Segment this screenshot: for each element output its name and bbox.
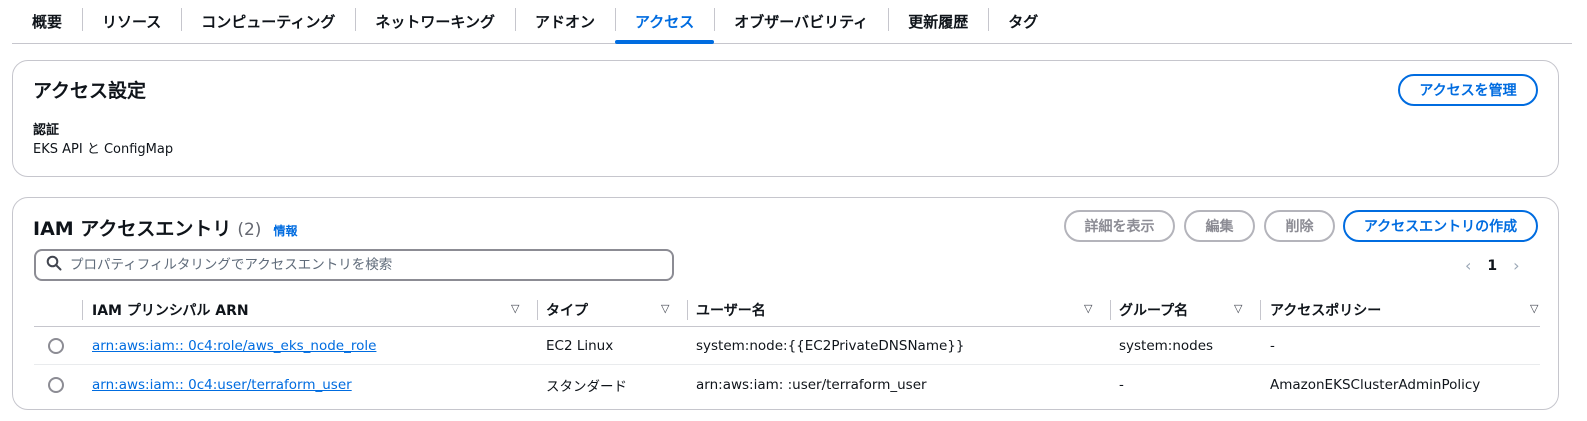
column-header-arn[interactable]: IAM プリンシパル ARN [92,293,249,327]
info-link[interactable]: 情報 [273,222,297,239]
caret-down-icon[interactable]: ▽ [1530,302,1538,315]
username-cell: arn:aws:iam: :user/terraform_user [696,377,927,393]
tab-observability[interactable]: オブザーバビリティ [714,0,888,43]
search-field[interactable] [34,249,674,281]
search-input[interactable] [70,257,650,273]
column-header-group[interactable]: グループ名 [1119,293,1188,327]
page-number[interactable]: 1 [1487,258,1497,274]
iam-access-entries-panel: IAM アクセスエントリ (2) 情報 詳細を表示 編集 削除 アクセスエントリ… [12,197,1559,410]
edit-button[interactable]: 編集 [1184,210,1255,242]
username-cell: system:node:{{EC2PrivateDNSName}} [696,338,965,354]
table-row[interactable]: arn:aws:iam:: 0c4:role/aws_eks_node_role… [34,327,1540,365]
policy-cell: - [1270,338,1275,354]
group-cell: - [1119,377,1124,393]
tab-resources[interactable]: リソース [82,0,181,43]
chevron-right-icon[interactable]: › [1513,256,1519,275]
column-divider [687,300,688,320]
tab-addons[interactable]: アドオン [514,0,615,43]
tab-networking[interactable]: ネットワーキング [355,0,515,43]
group-cell: system:nodes [1119,338,1214,354]
view-details-button[interactable]: 詳細を表示 [1064,210,1175,242]
entries-title: IAM アクセスエントリ [33,218,232,240]
column-divider [82,300,83,320]
authentication-label: 認証 [33,123,60,138]
caret-down-icon[interactable]: ▽ [661,302,669,315]
access-settings-panel: アクセス設定 アクセスを管理 認証 EKS API と ConfigMap [12,60,1559,177]
column-header-username[interactable]: ユーザー名 [696,293,766,327]
caret-down-icon[interactable]: ▽ [511,302,519,315]
type-cell: EC2 Linux [546,338,614,354]
column-divider [1260,300,1261,320]
tab-overview[interactable]: 概要 [12,0,82,43]
search-icon [46,255,62,275]
column-divider [537,300,538,320]
tab-access[interactable]: アクセス [614,0,715,44]
column-header-type[interactable]: タイプ [546,293,588,327]
row-select-radio[interactable] [48,338,64,354]
type-cell: スタンダード [546,379,627,395]
table-row[interactable]: arn:aws:iam:: 0c4:user/terraform_user スタ… [34,366,1540,404]
pagination: ‹ 1 › [1465,256,1520,275]
tab-update-history[interactable]: 更新履歴 [888,0,988,43]
delete-button[interactable]: 削除 [1264,210,1335,242]
entries-header: IAM アクセスエントリ (2) 情報 [33,214,297,241]
create-access-entry-button[interactable]: アクセスエントリの作成 [1343,210,1538,242]
caret-down-icon[interactable]: ▽ [1234,302,1242,315]
tab-bar: 概要 リソース コンピューティング ネットワーキング アドオン アクセス オブザ… [12,0,1572,44]
manage-access-button[interactable]: アクセスを管理 [1398,74,1538,106]
access-settings-title: アクセス設定 [33,80,147,102]
tab-compute[interactable]: コンピューティング [181,0,355,43]
caret-down-icon[interactable]: ▽ [1084,302,1092,315]
tab-tags[interactable]: タグ [988,0,1058,43]
chevron-left-icon[interactable]: ‹ [1465,256,1471,275]
authentication-value: EKS API と ConfigMap [33,142,174,157]
column-header-policy[interactable]: アクセスポリシー [1270,293,1381,327]
policy-cell: AmazonEKSClusterAdminPolicy [1270,377,1481,393]
principal-arn-link[interactable]: arn:aws:iam:: 0c4:role/aws_eks_node_role [92,327,376,365]
entries-count: (2) [237,220,262,240]
table-header: IAM プリンシパル ARN ▽ タイプ ▽ ユーザー名 ▽ グループ名 ▽ ア… [34,293,1540,327]
principal-arn-link[interactable]: arn:aws:iam:: 0c4:user/terraform_user [92,366,352,404]
column-divider [1110,300,1111,320]
row-select-radio[interactable] [48,377,64,393]
